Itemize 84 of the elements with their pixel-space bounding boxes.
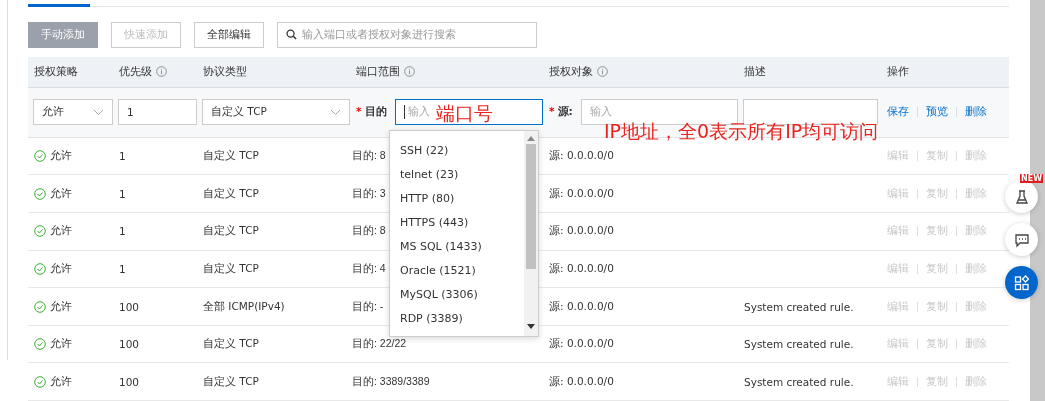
table-cell: 允许 xyxy=(50,224,72,239)
dropdown-option[interactable]: RDP (3389) xyxy=(390,306,524,330)
table-cell: 源: 0.0.0.0/0 xyxy=(549,337,614,352)
action-link[interactable]: 预览 xyxy=(926,105,948,120)
check-circle-icon xyxy=(34,375,46,388)
table-cell: 允许 xyxy=(50,337,72,352)
column-header: 协议类型 xyxy=(203,64,247,79)
table-cell: 目的: 8 xyxy=(352,224,386,239)
column-header: 描述 xyxy=(744,64,766,79)
table-cell: 1 xyxy=(119,150,126,163)
dropdown-option[interactable]: HTTPS (443) xyxy=(390,210,524,234)
scroll-up-icon[interactable] xyxy=(527,135,535,141)
dropdown-option[interactable]: SSH (22) xyxy=(390,138,524,162)
dropdown-option[interactable]: Oracle (1521) xyxy=(390,258,524,282)
source-label: * 源: xyxy=(549,105,573,120)
search-field[interactable]: 输入端口或者授权对象进行搜索 xyxy=(277,21,537,48)
table-cell: 源: 0.0.0.0/0 xyxy=(549,224,614,239)
floating-button[interactable] xyxy=(1005,266,1038,299)
table-cell: 允许 xyxy=(50,261,72,276)
scroll-down-icon[interactable] xyxy=(527,324,535,330)
table-cell: 目的: 22/22 xyxy=(352,337,407,352)
table-cell: 源: 0.0.0.0/0 xyxy=(549,261,614,276)
check-circle-icon xyxy=(34,187,46,200)
policy-select[interactable]: 允许 xyxy=(33,99,113,126)
table-cell: 1 xyxy=(119,262,126,275)
table-cell: 允许 xyxy=(50,374,72,389)
table-cell: System created rule. xyxy=(744,338,854,351)
column-header: 优先级 xyxy=(119,64,152,79)
table-cell: 允许 xyxy=(50,186,72,201)
table-cell: 自定义 TCP xyxy=(203,149,259,164)
toolbar-button[interactable]: 全部编辑 xyxy=(194,21,264,48)
table-cell: 1 xyxy=(119,225,126,238)
table-cell: 自定义 TCP xyxy=(203,224,259,239)
check-circle-icon xyxy=(34,225,46,238)
check-circle-icon xyxy=(34,300,46,313)
table-cell: 100 xyxy=(119,338,140,351)
priority-input[interactable]: 1 xyxy=(118,99,197,126)
apps-icon xyxy=(1013,274,1030,291)
protocol-select[interactable]: 自定义 TCP xyxy=(202,99,350,126)
column-header: 授权对象 xyxy=(549,64,593,79)
table-cell: 目的: 4 xyxy=(352,261,386,276)
table-cell: 源: 0.0.0.0/0 xyxy=(549,149,614,164)
action-link[interactable]: 保存 xyxy=(887,105,909,120)
chevron-down-icon xyxy=(93,108,104,116)
table-cell: 自定义 TCP xyxy=(203,374,259,389)
dropdown-option[interactable]: MySQL (3306) xyxy=(390,282,524,306)
table-cell: 100 xyxy=(119,300,140,313)
column-header: 操作 xyxy=(887,64,909,79)
table-cell: System created rule. xyxy=(744,300,854,313)
table-cell: 100 xyxy=(119,375,140,388)
scrollbar-thumb[interactable] xyxy=(526,144,536,269)
search-icon xyxy=(286,28,297,40)
table-cell: 源: 0.0.0.0/0 xyxy=(549,374,614,389)
table-cell: System created rule. xyxy=(744,375,854,388)
chevron-down-icon xyxy=(330,108,341,116)
table-cell: 源: 0.0.0.0/0 xyxy=(549,299,614,314)
column-header: 授权策略 xyxy=(34,64,78,79)
table-cell: 目的: - xyxy=(352,299,384,314)
flask-icon xyxy=(1013,188,1030,205)
dropdown-option[interactable]: HTTP (80) xyxy=(390,186,524,210)
table-cell: 目的: 8 xyxy=(352,149,386,164)
table-cell: 自定义 TCP xyxy=(203,337,259,352)
table-cell: 自定义 TCP xyxy=(203,261,259,276)
table-cell: 自定义 TCP xyxy=(203,186,259,201)
table-cell: 允许 xyxy=(50,299,72,314)
active-tab-indicator xyxy=(28,3,90,7)
table-cell: 允许 xyxy=(50,149,72,164)
annotation-text: 端口号 xyxy=(436,101,493,126)
dropdown-option[interactable]: telnet (23) xyxy=(390,162,524,186)
check-circle-icon xyxy=(34,262,46,275)
check-circle-icon xyxy=(34,150,46,163)
action-link[interactable]: 删除 xyxy=(965,105,987,120)
table-cell: 目的: 3 xyxy=(352,186,386,201)
dropdown-option[interactable]: MS SQL (1433) xyxy=(390,234,524,258)
new-badge: NEW xyxy=(1020,174,1043,183)
floating-button[interactable] xyxy=(1005,223,1038,256)
check-circle-icon xyxy=(34,338,46,351)
port-label: * 目的 xyxy=(356,105,387,120)
table-cell: 1 xyxy=(119,187,126,200)
chat-icon xyxy=(1013,231,1030,248)
table-cell: 目的: 3389/3389 xyxy=(352,374,430,389)
table-cell: 源: 0.0.0.0/0 xyxy=(549,186,614,201)
column-header: 端口范围 xyxy=(356,64,400,79)
table-cell: 全部 ICMP(IPv4) xyxy=(203,299,285,314)
